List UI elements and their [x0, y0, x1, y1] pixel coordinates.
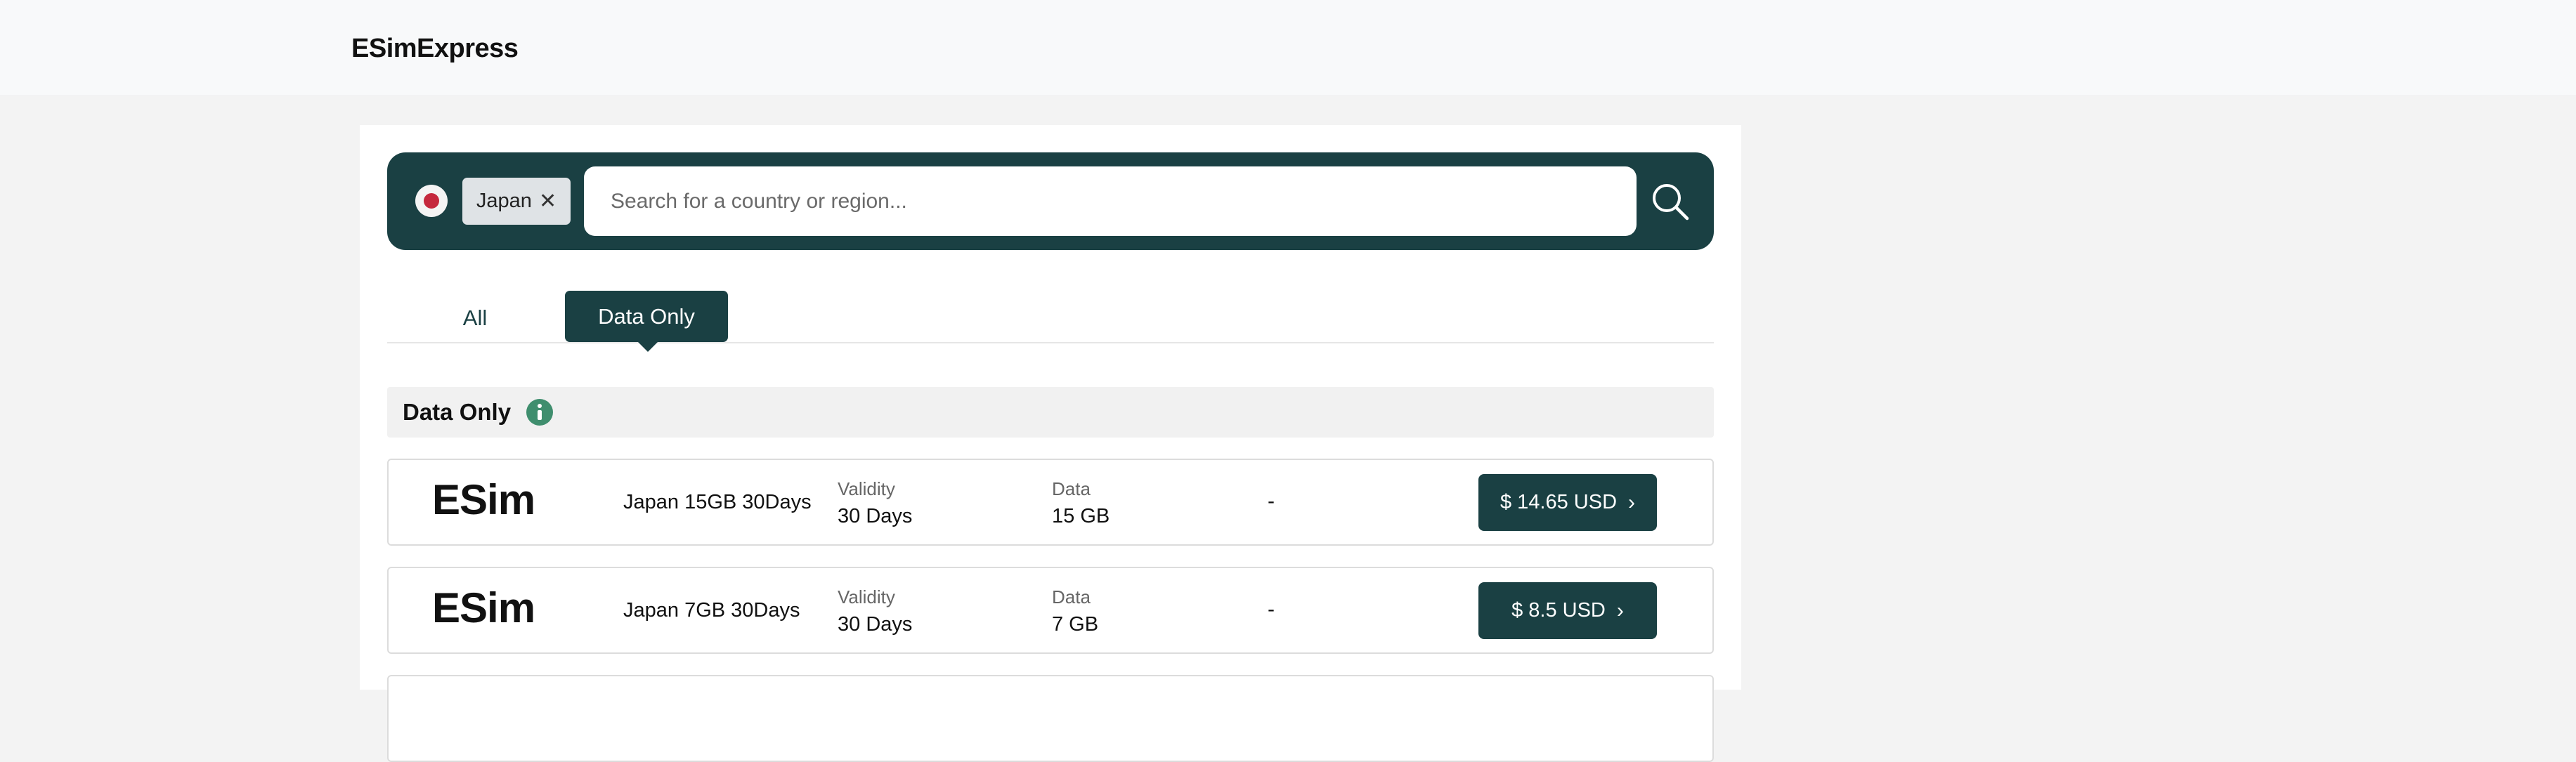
plan-name: Japan 15GB 30Days: [623, 491, 812, 513]
section-header: Data Only: [387, 387, 1714, 438]
price-label: $ 8.5 USD: [1511, 599, 1606, 622]
search-bar: Japan ✕: [387, 152, 1714, 250]
flag-dot: [424, 193, 439, 209]
tab-all[interactable]: All: [429, 292, 521, 343]
validity-value: 30 Days: [838, 505, 913, 527]
data-value: 7 GB: [1052, 613, 1099, 636]
data-label: Data: [1052, 478, 1091, 499]
plan-card-partial: [387, 675, 1714, 762]
plan-name: Japan 7GB 30Days: [623, 599, 800, 622]
active-tab-caret: [638, 342, 658, 352]
search-input[interactable]: [584, 166, 1637, 236]
tab-data-only[interactable]: Data Only: [565, 291, 728, 352]
data-value: 15 GB: [1052, 505, 1110, 527]
plan-card: ESim Japan 15GB 30Days Validity 30 Days …: [387, 459, 1714, 546]
plan-type-tabs: All Data Only: [387, 291, 1714, 352]
validity-value: 30 Days: [838, 613, 913, 636]
section-title: Data Only: [403, 399, 512, 425]
top-bar: ESimExpress: [0, 0, 2576, 96]
japan-flag-icon: [415, 185, 448, 217]
extra-value: -: [1268, 490, 1275, 513]
info-icon[interactable]: [526, 399, 554, 426]
chevron-right-icon: ›: [1628, 490, 1636, 514]
search-button[interactable]: [1649, 180, 1691, 223]
tab-data-only-label: Data Only: [598, 303, 695, 329]
extra-value: -: [1268, 598, 1275, 621]
buy-plan-button[interactable]: $ 8.5 USD ›: [1478, 582, 1657, 639]
esim-logo: ESim: [432, 476, 535, 523]
data-label: Data: [1052, 586, 1091, 607]
country-chip-label: Japan: [476, 190, 532, 212]
validity-label: Validity: [838, 478, 895, 499]
validity-label: Validity: [838, 586, 895, 607]
brand-logo[interactable]: ESimExpress: [351, 34, 519, 64]
price-label: $ 14.65 USD: [1500, 491, 1618, 513]
chevron-right-icon: ›: [1616, 598, 1624, 622]
buy-plan-button[interactable]: $ 14.65 USD ›: [1478, 474, 1657, 531]
plan-card: ESim Japan 7GB 30Days Validity 30 Days D…: [387, 567, 1714, 654]
main-panel: Japan ✕ All Data Only Data Only ESim Jap…: [360, 125, 1741, 762]
close-icon[interactable]: ✕: [539, 190, 557, 212]
search-icon: [1653, 184, 1689, 221]
esim-logo: ESim: [432, 584, 535, 631]
country-chip[interactable]: Japan ✕: [462, 178, 571, 225]
